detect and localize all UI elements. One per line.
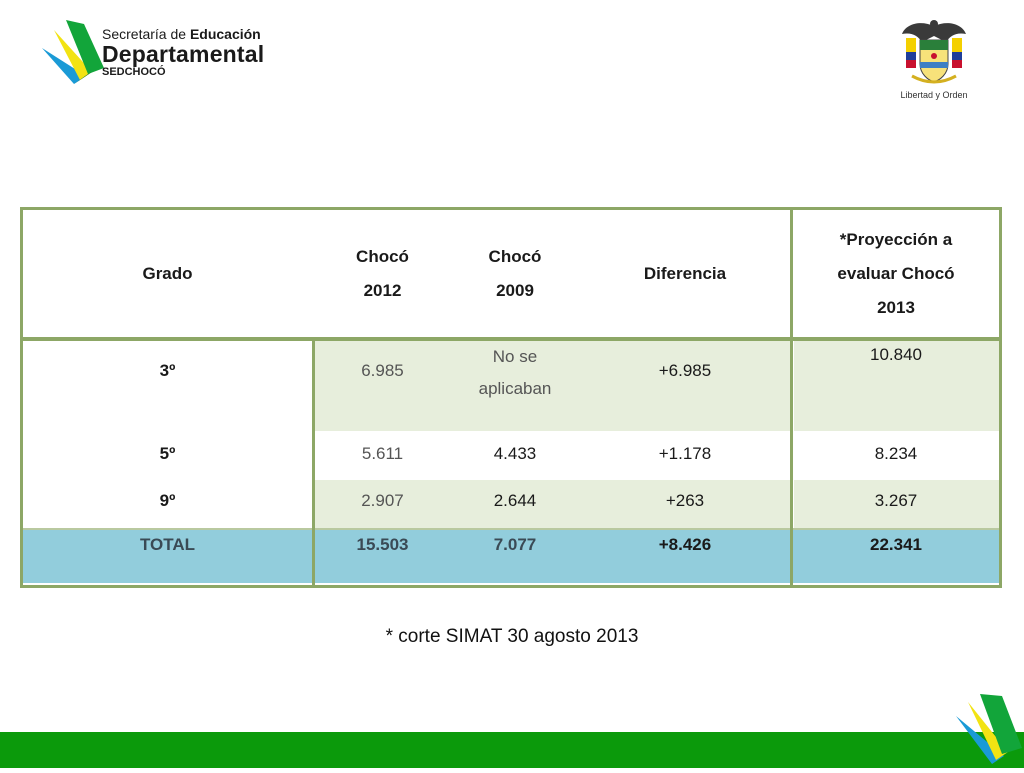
footnote: * corte SIMAT 30 agosto 2013: [385, 626, 639, 647]
cell-choco2012-5: 5.611: [361, 444, 404, 463]
header-proyeccion-line2: evaluar Chocó: [837, 263, 955, 283]
header-choco-2009-line1: Chocó: [488, 246, 542, 266]
header-proyeccion-line1: *Proyección a: [839, 229, 953, 249]
cell-total-diferencia: +8.426: [658, 535, 712, 554]
header-diferencia: Diferencia: [643, 263, 727, 283]
cell-total-choco2012: 15.503: [356, 535, 409, 554]
logo-line-2: Departamental: [102, 41, 265, 67]
logo-line-1: Secretaría de Educación: [102, 26, 261, 42]
cell-choco2009-3-line1: No se: [492, 347, 538, 366]
header-choco-2009-line2: 2009: [496, 280, 534, 300]
footer-logo: [952, 694, 1024, 768]
cell-diferencia-3: +6.985: [658, 361, 712, 380]
cell-proyeccion-9: 3.267: [874, 491, 918, 510]
cell-choco2009-3-line2: aplicaban: [478, 379, 552, 398]
cell-total-label: TOTAL: [139, 535, 196, 554]
colombia-coat-of-arms: Libertad y Orden: [898, 16, 970, 106]
enrollment-table: Grado Chocó 2012 Chocó 2009 Diferencia *…: [20, 207, 1002, 588]
seal-caption: Libertad y Orden: [900, 90, 968, 100]
cell-grado-3: 3º: [159, 361, 176, 380]
header-proyeccion: *Proyección a evaluar Chocó 2013: [793, 210, 999, 337]
sedchoco-logo: Secretaría de Educación Departamental SE…: [40, 18, 290, 90]
cell-choco2009-5: 4.433: [493, 444, 537, 463]
footer-bar: [0, 732, 1024, 768]
cell-grado-9: 9º: [159, 491, 176, 510]
footer-logo-icon: [956, 694, 1022, 764]
cell-proyeccion-3: 10.840: [870, 345, 922, 364]
grade-column-separator: [312, 341, 315, 585]
sedchoco-logo-icon: [42, 20, 104, 84]
cell-diferencia-5: +1.178: [658, 444, 712, 463]
cell-grado-5: 5º: [159, 444, 176, 463]
header-proyeccion-line3: 2013: [877, 297, 915, 317]
cell-total-proyeccion: 22.341: [870, 535, 922, 554]
cell-proyeccion-5: 8.234: [874, 444, 918, 463]
logo-line-3: SEDCHOCÓ: [102, 66, 166, 78]
header-choco-2012-line2: 2012: [363, 280, 402, 300]
header-choco-2012-line1: Chocó: [356, 246, 409, 266]
coat-of-arms-icon: [902, 20, 966, 84]
cell-total-choco2009: 7.077: [493, 535, 537, 554]
cell-choco2009-3: No se aplicaban: [450, 341, 580, 405]
header-grado: Grado: [142, 263, 193, 283]
cell-diferencia-9: +263: [665, 491, 705, 510]
header-choco-2009: Chocó 2009: [450, 210, 580, 337]
cell-choco2012-9: 2.907: [361, 491, 404, 510]
cell-choco2009-9: 2.644: [493, 491, 537, 510]
cell-choco2012-3: 6.985: [361, 361, 404, 380]
header-choco-2012: Chocó 2012: [320, 210, 445, 337]
